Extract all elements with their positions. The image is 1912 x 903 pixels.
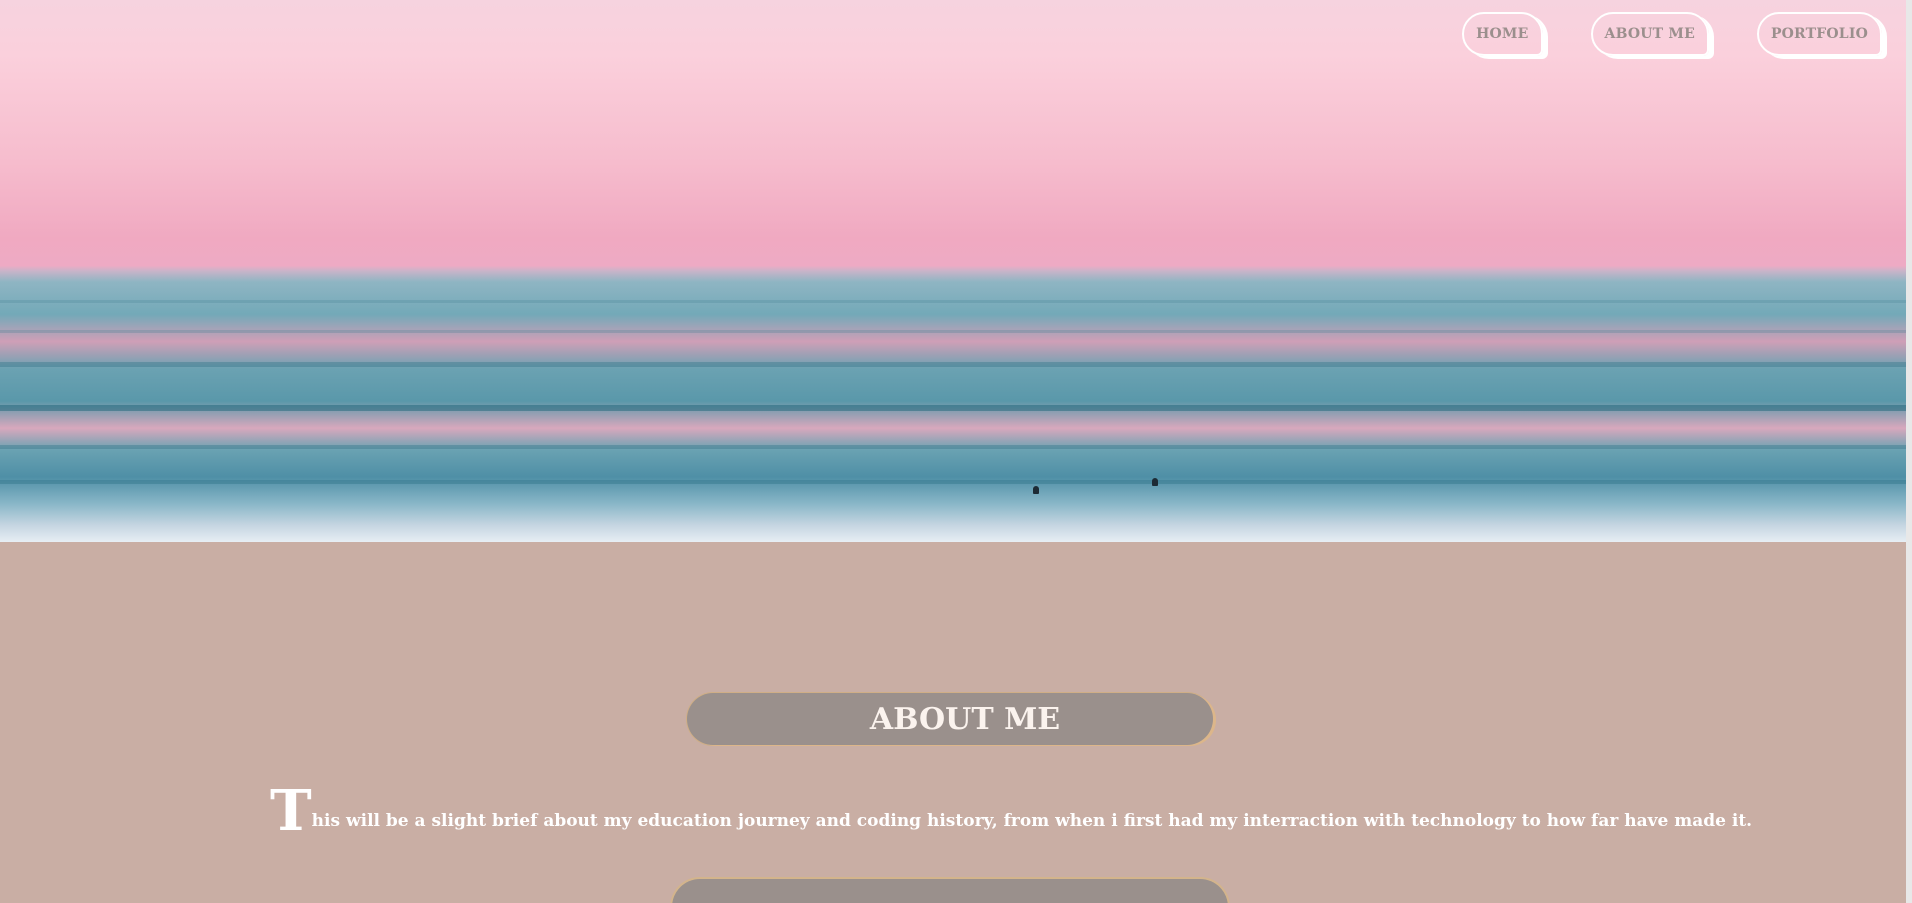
scrollbar[interactable] (1906, 0, 1912, 903)
intro-dropcap: T (270, 778, 312, 844)
page: HOME ABOUT ME PORTFOLIO ABOUT ME This wi… (0, 0, 1912, 903)
wave-line (0, 300, 1906, 303)
wave-line (0, 330, 1906, 333)
surfer-figure (1152, 478, 1158, 486)
about-heading: ABOUT ME (869, 701, 1061, 737)
nav-home-button[interactable]: HOME (1462, 12, 1543, 56)
intro-text: his will be a slight brief about my educ… (311, 811, 1753, 831)
nav-portfolio-button[interactable]: PORTFOLIO (1756, 12, 1882, 56)
hero-ocean-image (0, 0, 1906, 542)
surfer-figure (1033, 486, 1039, 494)
wave-line (0, 362, 1906, 367)
wave-line (0, 405, 1906, 411)
next-section-pill (672, 879, 1228, 903)
top-navigation: HOME ABOUT ME PORTFOLIO (1462, 12, 1882, 56)
about-heading-pill: ABOUT ME (687, 693, 1213, 745)
about-section: ABOUT ME This will be a slight brief abo… (0, 542, 1906, 903)
nav-about-button[interactable]: ABOUT ME (1590, 12, 1709, 56)
about-intro-paragraph: This will be a slight brief about my edu… (270, 783, 1770, 839)
wave-line (0, 445, 1906, 449)
wave-line (0, 480, 1906, 484)
